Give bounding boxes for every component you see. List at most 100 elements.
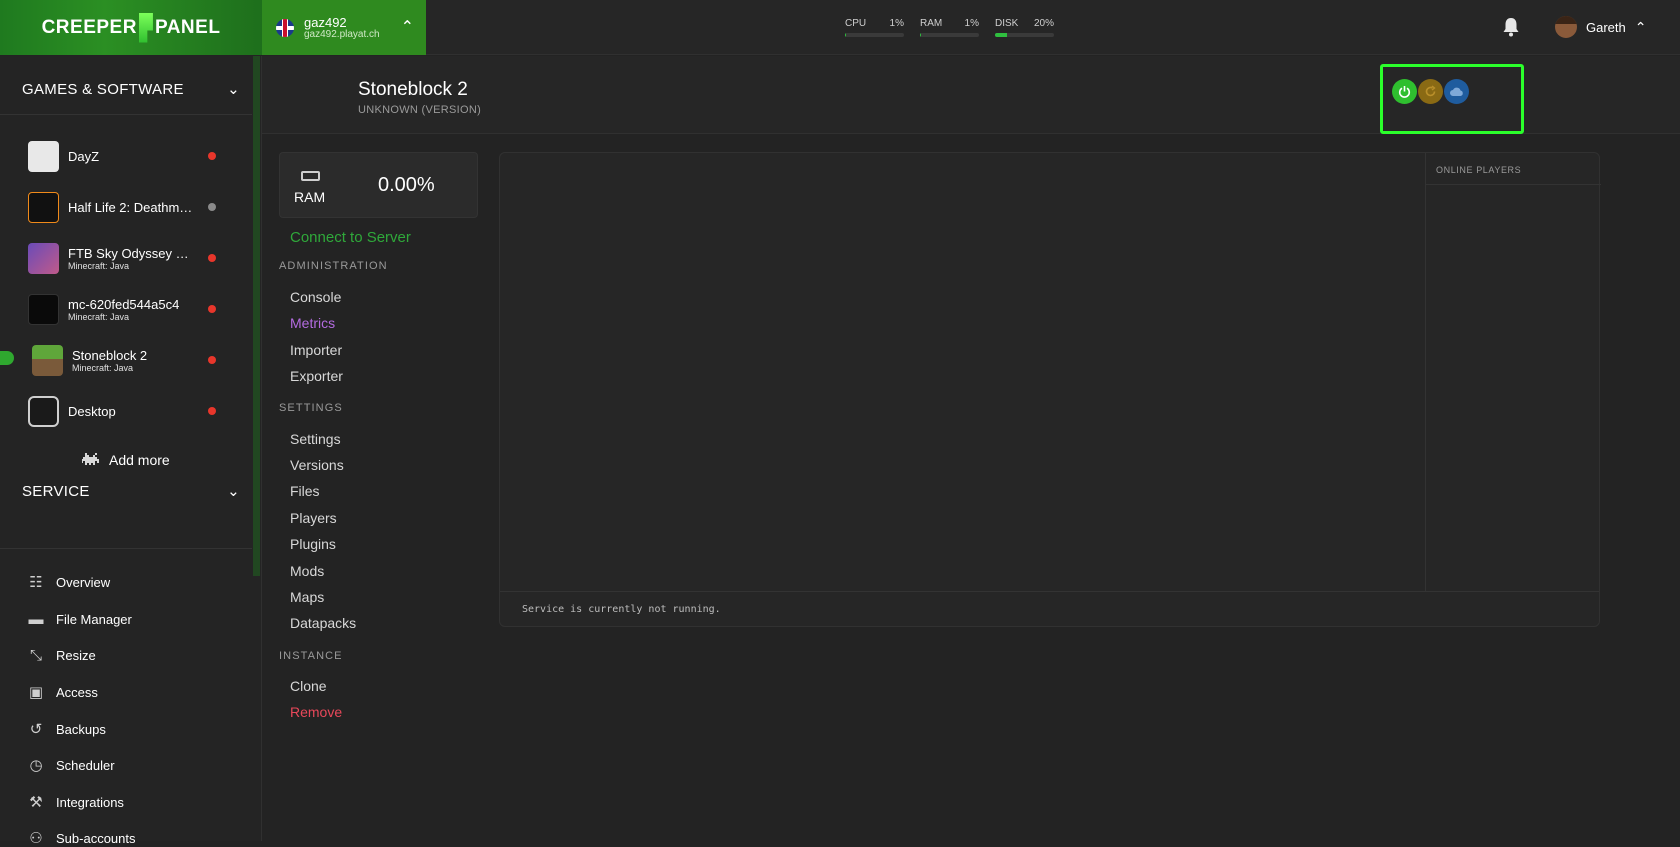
console-status: Service is currently not running. bbox=[522, 604, 721, 615]
logo-text-left: CREEPER bbox=[41, 16, 137, 38]
game-type: Minecraft: Java bbox=[72, 362, 134, 373]
logo-mark bbox=[138, 12, 153, 43]
game-item-desktop[interactable]: Desktop bbox=[28, 394, 228, 428]
nav-item-plugins[interactable]: Plugins bbox=[290, 536, 336, 552]
grid-icon: ☷ bbox=[29, 574, 43, 591]
restart-icon bbox=[1425, 85, 1436, 97]
nav-item-remove[interactable]: Remove bbox=[290, 704, 342, 720]
nav-group-administration: ADMINISTRATION bbox=[279, 260, 388, 272]
game-type: Minecraft: Java bbox=[68, 260, 130, 271]
chevron-down-icon: ⌄ bbox=[227, 483, 240, 500]
backup-button[interactable] bbox=[1444, 79, 1469, 104]
console-panel: ONLINE PLAYERS Service is currently not … bbox=[499, 152, 1601, 627]
nav-group-settings: SETTINGS bbox=[279, 402, 343, 414]
mc-thumb bbox=[28, 293, 59, 325]
start-button[interactable] bbox=[1392, 79, 1417, 104]
game-item-dayz[interactable]: DayZ bbox=[28, 139, 228, 173]
service-item-backups[interactable]: ↺ Backups bbox=[27, 720, 106, 738]
lock-icon: ▣ bbox=[28, 684, 44, 701]
nav-item-settings[interactable]: Settings bbox=[290, 431, 341, 447]
game-item-stoneblock-2[interactable]: Stoneblock 2 Minecraft: Java bbox=[32, 343, 232, 377]
user-menu[interactable]: Gareth ⌃ bbox=[1555, 16, 1646, 38]
ram-card-value: 0.00% bbox=[378, 174, 435, 196]
game-item-half-life[interactable]: Half Life 2: Deathmatch bbox=[28, 190, 228, 224]
service-item-overview[interactable]: ☷ Overview bbox=[27, 573, 110, 591]
service-heading: SERVICE bbox=[22, 482, 90, 500]
nav-item-players[interactable]: Players bbox=[290, 510, 337, 526]
clock-icon: ◷ bbox=[29, 757, 43, 774]
service-item-sub-accounts[interactable]: ⚇ Sub-accounts bbox=[27, 829, 135, 847]
ftb-thumb bbox=[28, 242, 59, 274]
online-players-panel: ONLINE PLAYERS bbox=[1425, 153, 1601, 591]
service-item-label: Scheduler bbox=[56, 757, 115, 773]
game-item-mc-620fed544a5c4[interactable]: mc-620fed544a5c4 Minecraft: Java bbox=[28, 292, 228, 326]
resize-icon: ⤡ bbox=[29, 646, 42, 664]
service-item-label: Backups bbox=[56, 721, 106, 737]
nav-item-metrics[interactable]: Metrics bbox=[290, 315, 335, 331]
service-section-header[interactable]: SERVICE ⌄ bbox=[22, 482, 240, 501]
cloud-icon bbox=[1450, 87, 1463, 96]
creeperpanel-logo[interactable]: CREEPER PANEL bbox=[0, 0, 262, 55]
disk-usage: DISK 20% bbox=[995, 18, 1054, 40]
status-dot bbox=[208, 356, 216, 364]
service-item-label: Resize bbox=[56, 647, 96, 663]
nav-item-mods[interactable]: Mods bbox=[290, 563, 324, 579]
page-header: Stoneblock 2 UNKNOWN (VERSION) bbox=[262, 56, 1680, 134]
bell-icon[interactable] bbox=[1502, 17, 1520, 37]
add-more-label: Add more bbox=[109, 452, 170, 468]
service-item-resize[interactable]: ⤡ Resize bbox=[27, 646, 96, 664]
status-dot bbox=[208, 305, 216, 313]
online-players-heading: ONLINE PLAYERS bbox=[1436, 165, 1522, 175]
users-icon: ⚇ bbox=[29, 830, 43, 847]
user-name: Gareth bbox=[1586, 19, 1626, 35]
ram-value: 1% bbox=[964, 18, 979, 29]
avatar bbox=[1555, 16, 1577, 38]
nav-item-exporter[interactable]: Exporter bbox=[290, 368, 343, 384]
nav-item-maps[interactable]: Maps bbox=[290, 589, 324, 605]
sidebar-accent bbox=[253, 56, 260, 576]
half-life-thumb bbox=[28, 191, 59, 223]
top-bar: CREEPER PANEL gaz492 gaz492.playat.ch ⌃ … bbox=[0, 0, 1680, 55]
nav-item-clone[interactable]: Clone bbox=[290, 678, 327, 694]
connect-to-server-link[interactable]: Connect to Server bbox=[290, 229, 411, 246]
stoneblock-thumb bbox=[32, 344, 63, 376]
chevron-up-icon: ⌃ bbox=[1634, 18, 1647, 35]
game-name: Half Life 2: Deathmatch bbox=[68, 199, 198, 215]
game-name: DayZ bbox=[68, 148, 100, 164]
uk-flag-icon bbox=[276, 18, 294, 37]
games-section-header[interactable]: GAMES & SOFTWARE ⌄ bbox=[22, 80, 240, 99]
add-more-button[interactable]: Add more bbox=[82, 452, 170, 468]
service-item-integrations[interactable]: ⚒ Integrations bbox=[27, 793, 124, 811]
ram-card-label: RAM bbox=[294, 189, 326, 205]
page-title: Stoneblock 2 bbox=[358, 79, 468, 100]
ram-card: RAM 0.00% bbox=[279, 152, 478, 218]
status-dot bbox=[208, 152, 216, 160]
page-subtitle: UNKNOWN (VERSION) bbox=[358, 104, 482, 116]
nav-item-datapacks[interactable]: Datapacks bbox=[290, 615, 356, 631]
status-dot bbox=[208, 203, 216, 211]
nav-group-instance: INSTANCE bbox=[279, 650, 343, 662]
service-item-label: File Manager bbox=[56, 611, 132, 627]
ram-usage: RAM 1% bbox=[920, 18, 979, 40]
games-heading: GAMES & SOFTWARE bbox=[22, 80, 184, 98]
service-item-file-manager[interactable]: ▬ File Manager bbox=[27, 610, 132, 628]
restart-button[interactable] bbox=[1418, 79, 1443, 104]
nav-item-versions[interactable]: Versions bbox=[290, 457, 344, 473]
nav-item-importer[interactable]: Importer bbox=[290, 342, 342, 358]
nav-item-console[interactable]: Console bbox=[290, 289, 341, 305]
game-name: Stoneblock 2 bbox=[72, 347, 148, 363]
wrench-icon: ⚒ bbox=[29, 794, 43, 811]
status-dot bbox=[208, 254, 216, 262]
divider bbox=[0, 114, 252, 115]
status-dot bbox=[208, 407, 216, 415]
server-selector[interactable]: gaz492 gaz492.playat.ch ⌃ bbox=[262, 0, 426, 55]
history-icon: ↺ bbox=[29, 721, 43, 738]
service-item-scheduler[interactable]: ◷ Scheduler bbox=[27, 756, 115, 774]
nav-item-files[interactable]: Files bbox=[290, 483, 320, 499]
game-type: Minecraft: Java bbox=[68, 311, 130, 322]
game-item-ftb-sky-odyssey[interactable]: FTB Sky Odyssey Rele...Minecraft: Java bbox=[28, 241, 228, 275]
cpu-value: 1% bbox=[889, 18, 904, 29]
game-name: Desktop bbox=[68, 403, 116, 419]
sidebar: GAMES & SOFTWARE ⌄ DayZ Half Life 2: Dea… bbox=[0, 56, 262, 847]
service-item-access[interactable]: ▣ Access bbox=[27, 683, 98, 701]
